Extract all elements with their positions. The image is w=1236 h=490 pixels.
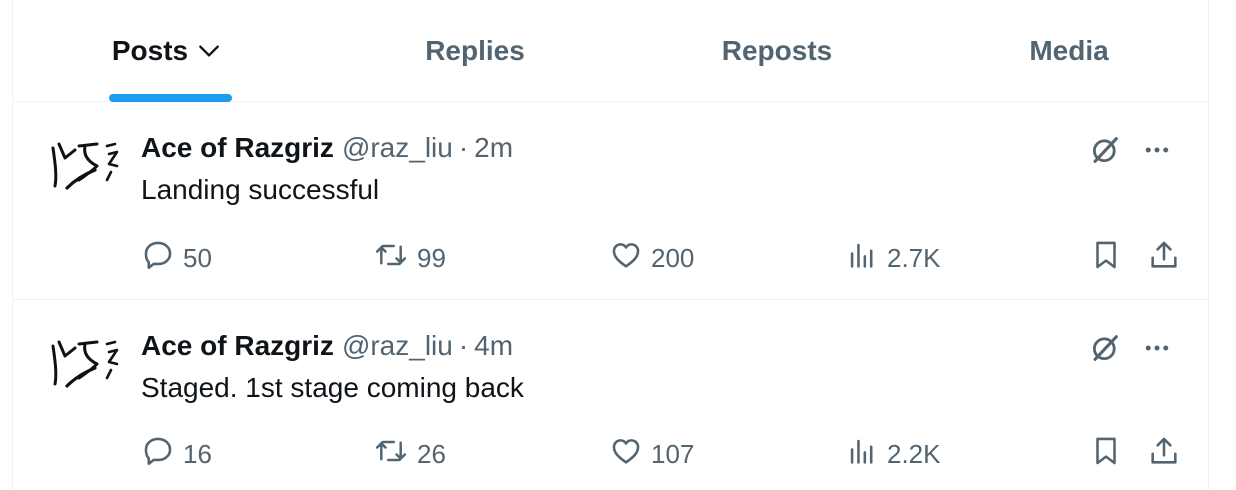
bookmark-icon <box>1089 434 1123 475</box>
views-count: 2.2K <box>887 438 941 469</box>
more-icon[interactable] <box>1137 328 1177 368</box>
post-actions: 16 26 107 2.2K <box>141 434 1181 474</box>
profile-tabs: Posts Replies Reposts Media <box>13 0 1208 102</box>
views-icon <box>845 434 879 475</box>
post-actions: 50 99 200 2.7K <box>141 238 1181 278</box>
reply-icon <box>141 434 175 475</box>
avatar[interactable] <box>45 326 127 408</box>
heart-icon <box>609 238 643 279</box>
heart-icon <box>609 434 643 475</box>
more-icon[interactable] <box>1137 130 1177 170</box>
like-button[interactable]: 107 <box>609 434 694 474</box>
like-button[interactable]: 200 <box>609 238 694 278</box>
share-button[interactable] <box>1147 238 1181 278</box>
tab-reposts[interactable]: Reposts <box>613 0 941 102</box>
bookmark-icon <box>1089 238 1123 279</box>
tab-reposts-label: Reposts <box>721 35 833 66</box>
avatar[interactable] <box>45 128 127 210</box>
bookmark-button[interactable] <box>1089 434 1123 474</box>
post-time[interactable]: 4m <box>474 328 513 364</box>
views-button[interactable]: 2.2K <box>845 434 941 474</box>
author-name[interactable]: Ace of Razgriz <box>141 130 334 166</box>
tab-posts-label: Posts <box>111 35 189 66</box>
tab-replies[interactable]: Replies <box>321 0 629 102</box>
views-icon <box>845 238 879 279</box>
grok-icon[interactable] <box>1085 130 1125 170</box>
post[interactable]: Ace of Razgriz @raz_liu · 4m Staged. 1st… <box>13 300 1208 490</box>
repost-button[interactable]: 99 <box>373 238 446 278</box>
share-icon <box>1147 238 1181 279</box>
separator-dot: · <box>458 132 469 163</box>
share-button[interactable] <box>1147 434 1181 474</box>
post-text: Landing successful <box>141 174 380 205</box>
post-time[interactable]: 2m <box>474 130 513 166</box>
tab-replies-label: Replies <box>425 35 525 66</box>
tab-media[interactable]: Media <box>921 0 1217 102</box>
separator-dot: · <box>458 330 469 361</box>
post-header: Ace of Razgriz @raz_liu · 4m <box>141 328 513 364</box>
tab-posts[interactable]: Posts <box>13 0 321 102</box>
bookmark-button[interactable] <box>1089 238 1123 278</box>
repost-icon <box>373 238 409 279</box>
repost-button[interactable]: 26 <box>373 434 446 474</box>
reply-button[interactable]: 16 <box>141 434 212 474</box>
author-handle[interactable]: @raz_liu <box>342 130 453 166</box>
reply-icon <box>141 238 175 279</box>
reply-count: 16 <box>183 438 212 469</box>
author-name[interactable]: Ace of Razgriz <box>141 328 334 364</box>
profile-timeline: Posts Replies Reposts Media Ace of Razgr… <box>12 0 1209 490</box>
reply-button[interactable]: 50 <box>141 238 212 278</box>
like-count: 107 <box>651 438 695 469</box>
post-text: Staged. 1st stage coming back <box>141 372 524 403</box>
chevron-down-icon <box>196 38 222 64</box>
share-icon <box>1147 434 1181 475</box>
repost-count: 99 <box>417 242 446 273</box>
tab-posts-label-wrap: Posts <box>112 35 222 67</box>
tab-media-label: Media <box>1029 35 1109 66</box>
post[interactable]: Ace of Razgriz @raz_liu · 2m Landing suc… <box>13 102 1208 300</box>
repost-icon <box>373 434 409 475</box>
author-handle[interactable]: @raz_liu <box>342 328 453 364</box>
grok-icon[interactable] <box>1085 328 1125 368</box>
like-count: 200 <box>651 242 695 273</box>
post-header: Ace of Razgriz @raz_liu · 2m <box>141 130 513 166</box>
repost-count: 26 <box>417 438 446 469</box>
views-count: 2.7K <box>887 242 941 273</box>
reply-count: 50 <box>183 242 212 273</box>
views-button[interactable]: 2.7K <box>845 238 941 278</box>
tab-active-indicator <box>109 94 232 102</box>
